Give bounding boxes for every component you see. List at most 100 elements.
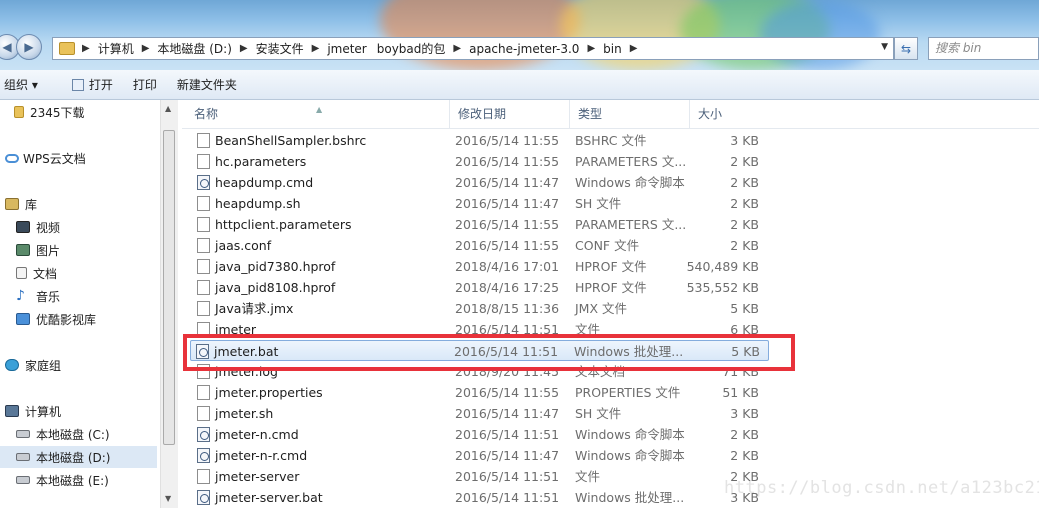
address-bar[interactable]: ▶ 计算机 ▶ 本地磁盘 (D:) ▶ 安装文件 ▶ jmeter boybad…: [52, 37, 894, 60]
sidebar-item-drive-c[interactable]: 本地磁盘 (C:): [16, 423, 160, 445]
chevron-right-icon[interactable]: ▶: [309, 43, 323, 54]
forward-button[interactable]: ▶: [16, 34, 42, 60]
chevron-right-icon[interactable]: ▶: [450, 43, 464, 54]
file-icon: [197, 406, 210, 421]
file-type: PARAMETERS 文...: [575, 154, 687, 169]
sidebar-item-library[interactable]: 库: [5, 193, 160, 215]
file-type: HPROF 文件: [575, 259, 647, 274]
file-type: PARAMETERS 文...: [575, 217, 687, 232]
chevron-right-icon[interactable]: ▶: [139, 43, 153, 54]
file-name: jmeter: [215, 322, 257, 337]
sidebar-item-drive-d[interactable]: 本地磁盘 (D:): [0, 446, 157, 468]
chevron-right-icon[interactable]: ▶: [584, 43, 598, 54]
sidebar-item-documents[interactable]: 文档: [16, 262, 160, 284]
file-modified-date: 2016/5/14 11:51: [455, 427, 560, 442]
cmd-icon: [197, 448, 210, 463]
file-row[interactable]: java_pid8108.hprof 2018/4/16 17:25 HPROF 文…: [192, 277, 767, 298]
file-row[interactable]: jmeter.properties 2016/5/14 11:55 PROPERTI…: [192, 382, 767, 403]
file-row[interactable]: jmeter.bat 2016/5/14 11:51 Windows 批处理... 5…: [190, 340, 769, 361]
column-name[interactable]: 名称 ▲: [186, 100, 450, 128]
file-size: 5 KB: [731, 344, 760, 359]
column-type[interactable]: 类型: [570, 100, 690, 128]
file-name: jmeter-server: [215, 469, 300, 484]
sidebar-scrollbar[interactable]: ▲ ▼: [160, 100, 178, 508]
sidebar-item-drive-e[interactable]: 本地磁盘 (E:): [16, 469, 160, 491]
file-icon: [197, 364, 210, 379]
sidebar-item-wps-cloud[interactable]: WPS云文档: [5, 147, 160, 169]
file-row[interactable]: jmeter-server.bat 2016/5/14 11:51 Windows …: [192, 487, 767, 508]
drive-icon: [16, 476, 30, 484]
file-row[interactable]: jmeter 2016/5/14 11:51 文件 6 KB: [192, 319, 767, 340]
file-row[interactable]: httpclient.parameters 2016/5/14 11:55 PARA…: [192, 214, 767, 235]
file-name: java_pid8108.hprof: [215, 280, 336, 295]
chevron-right-icon[interactable]: ▶: [79, 43, 93, 54]
file-row[interactable]: jmeter-n-r.cmd 2016/5/14 11:47 Windows 命令脚…: [192, 445, 767, 466]
navigation-pane: 2345下载 WPS云文档 库 视频 图片 文档 ♪ 音乐 优酷影视库 家庭组 …: [0, 100, 160, 508]
sidebar-item-label: 音乐: [36, 289, 61, 304]
breadcrumb-apache-jmeter[interactable]: apache-jmeter-3.0: [464, 42, 584, 56]
sidebar-item-computer[interactable]: 计算机: [5, 400, 160, 422]
file-row[interactable]: jmeter.log 2018/9/20 11:45 文本文档 71 KB: [192, 361, 767, 382]
file-size: 71 KB: [722, 364, 759, 379]
file-row[interactable]: Java请求.jmx 2018/8/15 11:36 JMX 文件 5 KB: [192, 298, 767, 319]
file-row[interactable]: java_pid7380.hprof 2018/4/16 17:01 HPROF 文…: [192, 256, 767, 277]
column-size[interactable]: 大小: [690, 100, 770, 128]
sidebar-item-music[interactable]: ♪ 音乐: [16, 285, 160, 307]
breadcrumb-computer[interactable]: 计算机: [93, 40, 139, 57]
file-type: CONF 文件: [575, 238, 640, 253]
drive-icon: [16, 430, 30, 438]
file-row[interactable]: jmeter.sh 2016/5/14 11:47 SH 文件 3 KB: [192, 403, 767, 424]
chevron-right-icon[interactable]: ▶: [627, 43, 641, 54]
breadcrumb-drive-d[interactable]: 本地磁盘 (D:): [152, 40, 236, 57]
file-row[interactable]: heapdump.cmd 2016/5/14 11:47 Windows 命令脚本 2…: [192, 172, 767, 193]
breadcrumb-jmeter[interactable]: jmeter: [322, 42, 371, 56]
chevron-down-icon[interactable]: ▼: [881, 42, 888, 52]
file-row[interactable]: BeanShellSampler.bshrc 2016/5/14 11:55 BSH…: [192, 130, 767, 151]
file-row[interactable]: hc.parameters 2016/5/14 11:55 PARAMETERS 文…: [192, 151, 767, 172]
file-name: BeanShellSampler.bshrc: [215, 133, 367, 148]
refresh-button[interactable]: ⇆: [894, 37, 918, 60]
open-button[interactable]: 打开: [62, 76, 123, 93]
sidebar-item-youku[interactable]: 优酷影视库: [16, 308, 160, 330]
file-name: heapdump.sh: [215, 196, 301, 211]
file-list: 名称 ▲ 修改日期 类型 大小 BeanShellSampler.bshrc 20…: [182, 100, 1039, 508]
breadcrumb-install-files[interactable]: 安装文件: [251, 40, 309, 57]
file-row[interactable]: jaas.conf 2016/5/14 11:55 CONF 文件 2 KB: [192, 235, 767, 256]
new-folder-button[interactable]: 新建文件夹: [167, 76, 247, 93]
file-icon: [197, 238, 210, 253]
file-row[interactable]: heapdump.sh 2016/5/14 11:47 SH 文件 2 KB: [192, 193, 767, 214]
sidebar-item-label: WPS云文档: [23, 151, 86, 166]
scrollbar-thumb[interactable]: [163, 130, 175, 445]
file-icon: [197, 385, 210, 400]
file-type: 文件: [575, 322, 601, 337]
file-row[interactable]: jmeter-server 2016/5/14 11:51 文件 2 KB: [192, 466, 767, 487]
file-icon: [197, 154, 210, 169]
organize-button[interactable]: 组织 ▾: [0, 76, 48, 93]
scroll-up-icon[interactable]: ▲: [165, 104, 171, 113]
picture-icon: [16, 244, 30, 256]
file-modified-date: 2016/5/14 11:47: [455, 406, 560, 421]
file-size: 3 KB: [730, 406, 759, 421]
file-name: jmeter.log: [215, 364, 278, 379]
print-button[interactable]: 打印: [123, 76, 167, 93]
scroll-down-icon[interactable]: ▼: [165, 494, 171, 503]
breadcrumb-bin[interactable]: bin: [598, 42, 627, 56]
sidebar-item-homegroup[interactable]: 家庭组: [5, 354, 160, 376]
file-row[interactable]: jmeter-n.cmd 2016/5/14 11:51 Windows 命令脚本 2…: [192, 424, 767, 445]
file-type: HPROF 文件: [575, 280, 647, 295]
sidebar-item-pictures[interactable]: 图片: [16, 239, 160, 261]
sidebar-item-2345-download[interactable]: 2345下载: [14, 101, 160, 123]
breadcrumb-boybad[interactable]: boybad的包: [372, 40, 451, 57]
sidebar-item-label: 图片: [36, 243, 61, 258]
sidebar-item-label: 本地磁盘 (E:): [36, 473, 109, 488]
sort-ascending-icon: ▲: [316, 105, 323, 114]
search-input[interactable]: 搜索 bin: [928, 37, 1039, 60]
sidebar-item-label: 文档: [33, 266, 58, 281]
video-icon: [16, 221, 30, 233]
file-name: jmeter-n-r.cmd: [215, 448, 308, 463]
chevron-right-icon[interactable]: ▶: [237, 43, 251, 54]
sidebar-item-video[interactable]: 视频: [16, 216, 160, 238]
column-modified[interactable]: 修改日期: [450, 100, 570, 128]
sidebar-item-label: 家庭组: [25, 358, 62, 373]
file-icon: [197, 301, 210, 316]
